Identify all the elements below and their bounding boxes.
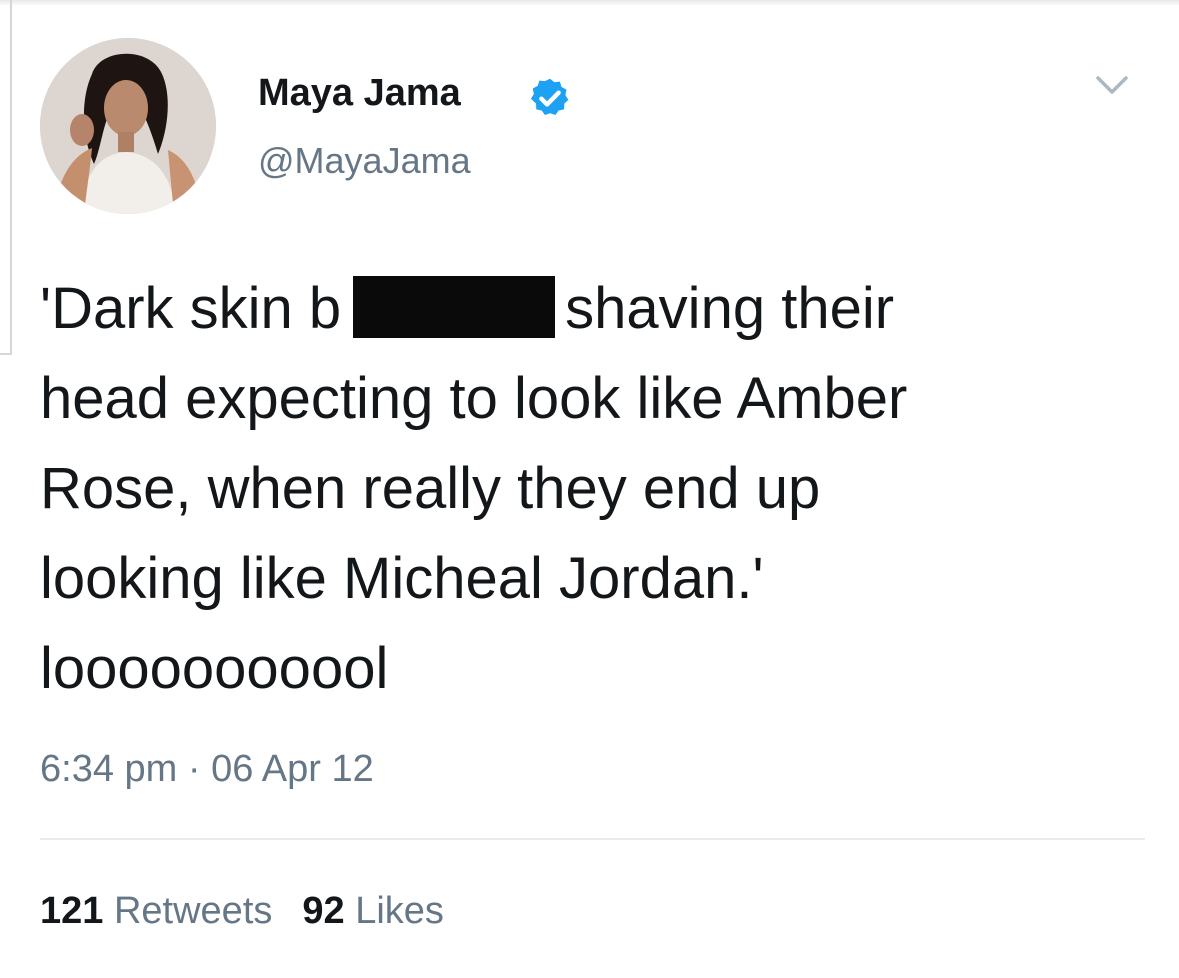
likes-stat[interactable]: 92 Likes — [302, 890, 444, 933]
retweets-count: 121 — [40, 890, 104, 932]
chevron-down-icon[interactable] — [1092, 70, 1132, 100]
tweet-line-2: head expecting to look like Amber — [40, 366, 908, 431]
retweets-label: Retweets — [113, 890, 273, 932]
user-handle[interactable]: @MayaJama — [258, 140, 471, 182]
redaction-bar — [353, 276, 556, 338]
tweet-stats: 121 Retweets 92 Likes — [40, 890, 474, 933]
tweet-text-fragment: 'Dark skin b — [40, 276, 342, 341]
left-edge — [10, 0, 12, 355]
likes-label: Likes — [355, 890, 444, 932]
avatar-image — [40, 38, 216, 214]
display-name[interactable]: Maya Jama — [258, 72, 461, 115]
verified-badge-icon — [530, 78, 569, 116]
tweet-text-fragment: shaving their — [565, 276, 895, 341]
tweet-card: Maya Jama @MayaJama 'Dark skin b shaving … — [0, 0, 1179, 978]
tweet-line-4: looking like Micheal Jordan.' — [40, 546, 764, 611]
top-edge — [0, 0, 1179, 6]
avatar[interactable] — [40, 38, 216, 214]
divider — [40, 838, 1145, 840]
likes-count: 92 — [302, 890, 345, 932]
tweet-text: 'Dark skin b shaving their head expecting… — [40, 264, 1150, 714]
tweet-line-5: looooooooool — [40, 636, 389, 701]
tweet-line-1: 'Dark skin b shaving their — [40, 264, 1150, 354]
left-edge-foot — [0, 353, 12, 355]
retweets-stat[interactable]: 121 Retweets — [40, 890, 272, 933]
tweet-line-3: Rose, when really they end up — [40, 456, 821, 521]
tweet-timestamp[interactable]: 6:34 pm · 06 Apr 12 — [40, 748, 374, 791]
